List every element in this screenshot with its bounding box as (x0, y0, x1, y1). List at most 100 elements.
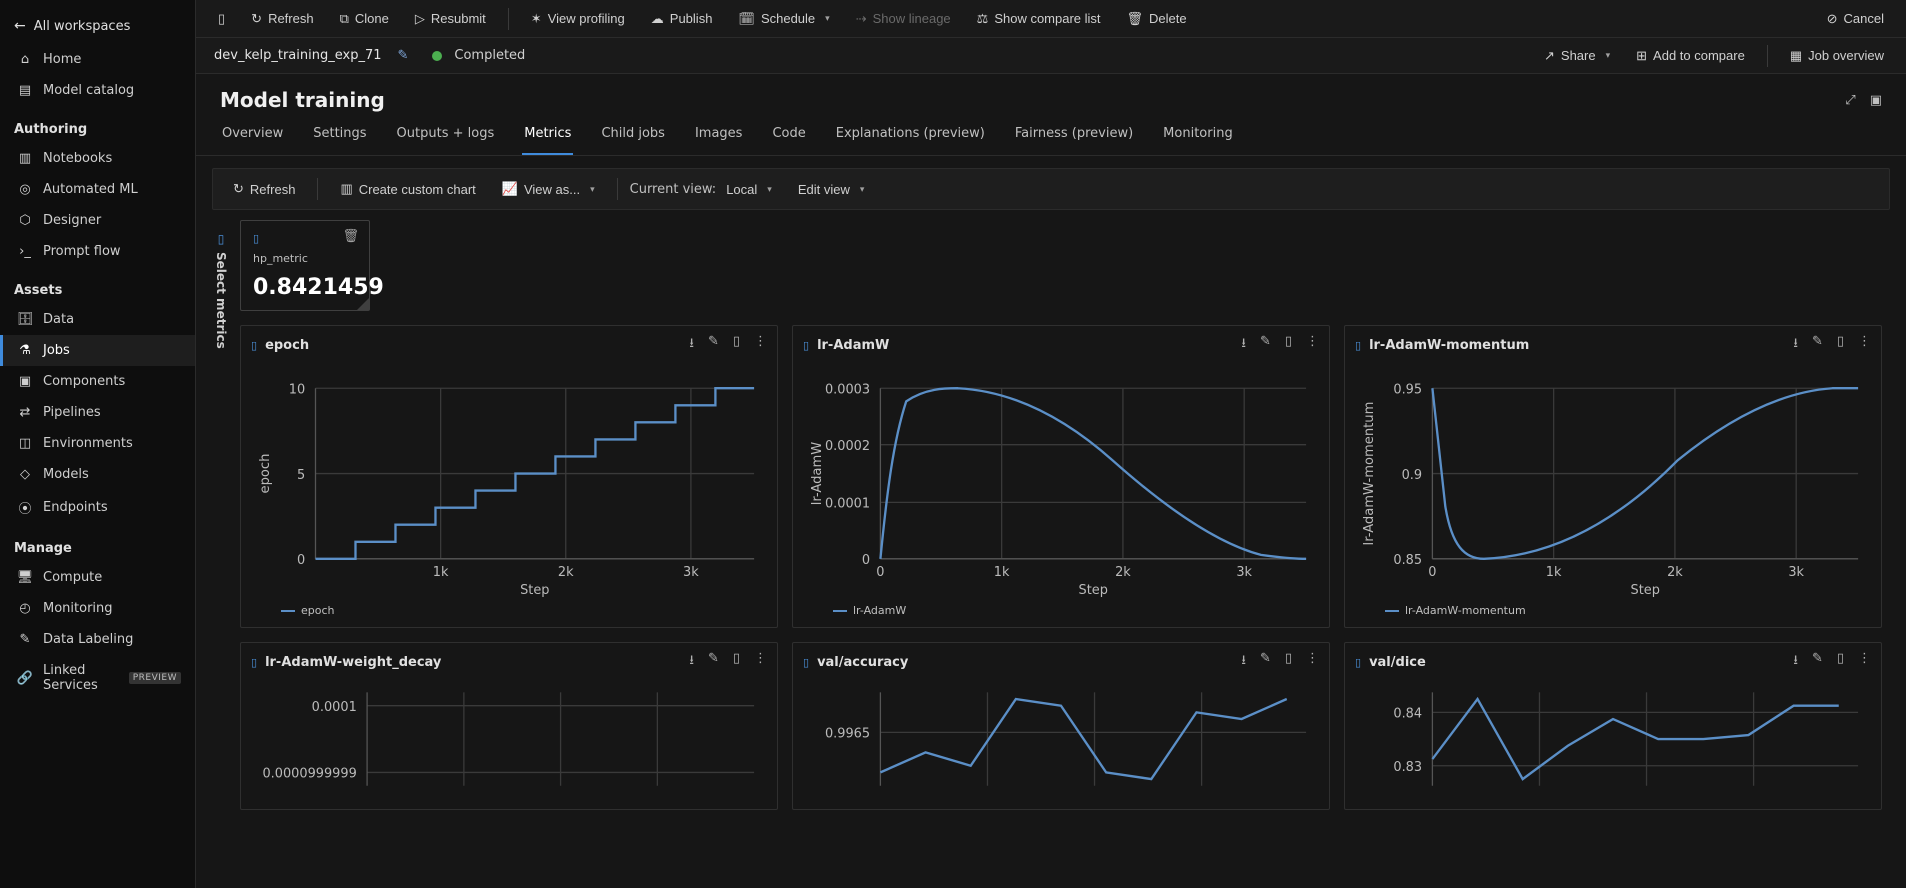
current-view-select[interactable]: Local (722, 176, 782, 203)
back-to-workspaces[interactable]: ← All workspaces (0, 8, 195, 44)
download-icon[interactable]: ⭳ (1241, 651, 1246, 673)
schedule-button[interactable]: 🗓Schedule (728, 5, 839, 33)
pin-icon: ▯ (1355, 656, 1361, 669)
sidebar-item-models[interactable]: ◇ Models (0, 459, 195, 490)
delete-card-icon[interactable]: 🗑 (342, 229, 359, 244)
tab-fairness[interactable]: Fairness (preview) (1013, 116, 1135, 155)
chart-plot-val-accuracy[interactable]: 0.9965 (803, 679, 1319, 799)
download-icon[interactable]: ⭳ (689, 334, 694, 356)
sidebar-item-promptflow[interactable]: ›_ Prompt flow (0, 236, 195, 267)
pin-icon: ▯ (218, 232, 225, 246)
sidebar-item-data[interactable]: 🗄 Data (0, 304, 195, 335)
notebook-icon: ▥ (17, 151, 33, 166)
more-icon[interactable]: ⋮ (1306, 651, 1319, 673)
tab-childjobs[interactable]: Child jobs (599, 116, 667, 155)
status-text: Completed (454, 48, 525, 63)
sidebar-item-datalabeling[interactable]: ✎ Data Labeling (0, 624, 195, 655)
tab-images[interactable]: Images (693, 116, 745, 155)
chart-plot-momentum[interactable]: 0.95 0.9 0.85 0 1k 2k 3k Step lr-AdamW-m… (1355, 362, 1871, 598)
cancel-button[interactable]: ⊘Cancel (1817, 5, 1894, 33)
copy-icon[interactable]: ▯ (1837, 651, 1844, 673)
sidebar-item-automl[interactable]: ◎ Automated ML (0, 174, 195, 205)
download-icon[interactable]: ⭳ (689, 651, 694, 673)
select-metrics-toggle[interactable]: ▯ Select metrics (212, 220, 230, 888)
sidebar-item-designer[interactable]: ⬡ Designer (0, 205, 195, 236)
tab-overview[interactable]: Overview (220, 116, 285, 155)
sidebar-item-compute[interactable]: 🖥 Compute (0, 562, 195, 593)
view-as-button[interactable]: 📈View as... (492, 175, 605, 203)
svg-text:5: 5 (297, 468, 305, 483)
book-icon: ▤ (17, 83, 33, 98)
sidebar-item-environments[interactable]: ◫ Environments (0, 428, 195, 459)
sidebar-item-home[interactable]: ⌂ Home (0, 44, 195, 75)
sidebar-item-pipelines[interactable]: ⇄ Pipelines (0, 397, 195, 428)
clone-button[interactable]: ⧉Clone (330, 5, 399, 33)
resubmit-button[interactable]: ▷Resubmit (405, 5, 496, 33)
sidebar-item-linked-services[interactable]: 🔗 Linked Services PREVIEW (0, 655, 195, 701)
copy-icon[interactable]: ▯ (733, 651, 740, 673)
chart-title: val/accuracy (817, 655, 908, 670)
lineage-icon: ⇢ (856, 11, 867, 27)
metric-card-hp_metric[interactable]: ▯ 🗑 hp_metric 0.8421459 (240, 220, 370, 311)
chart-title: lr-AdamW-momentum (1369, 338, 1529, 353)
tab-explanations[interactable]: Explanations (preview) (834, 116, 987, 155)
more-icon[interactable]: ⋮ (754, 334, 767, 356)
tab-settings[interactable]: Settings (311, 116, 368, 155)
download-icon[interactable]: ⭳ (1793, 334, 1798, 356)
chart-title: epoch (265, 338, 309, 353)
page-title-row: Model training ⤢ ▣ (196, 74, 1906, 116)
sidebar-item-jobs[interactable]: ⚗ Jobs (0, 335, 195, 366)
chart-plot-weight-decay[interactable]: 0.0001 0.0000999999 (251, 679, 767, 799)
sidebar-item-components[interactable]: ▣ Components (0, 366, 195, 397)
pipeline-icon: ⇄ (17, 405, 33, 420)
copy-icon[interactable]: ▯ (733, 334, 740, 356)
expand-icon[interactable]: ⤢ (1845, 93, 1855, 108)
copy-icon[interactable]: ▯ (1837, 334, 1844, 356)
edit-icon[interactable]: ✎ (1812, 651, 1823, 673)
sidebar-item-model-catalog[interactable]: ▤ Model catalog (0, 75, 195, 106)
download-icon[interactable]: ⭳ (1241, 334, 1246, 356)
view-profiling-button[interactable]: ✶View profiling (521, 5, 635, 33)
pin-icon: ▯ (218, 11, 225, 27)
edit-name-icon[interactable]: ✎ (398, 48, 409, 63)
copy-icon[interactable]: ▯ (1285, 651, 1292, 673)
more-icon[interactable]: ⋮ (1858, 651, 1871, 673)
metrics-refresh-button[interactable]: ↻Refresh (223, 175, 305, 203)
tab-metrics[interactable]: Metrics (522, 116, 573, 155)
sidebar-item-notebooks[interactable]: ▥ Notebooks (0, 143, 195, 174)
more-icon[interactable]: ⋮ (754, 651, 767, 673)
publish-button[interactable]: ☁Publish (641, 5, 723, 33)
chart-plot-val-dice[interactable]: 0.84 0.83 (1355, 679, 1871, 799)
edit-icon[interactable]: ✎ (1260, 334, 1271, 356)
refresh-button[interactable]: ↻Refresh (241, 5, 323, 33)
edit-icon[interactable]: ✎ (708, 334, 719, 356)
compute-icon: 🖥 (17, 570, 33, 585)
more-icon[interactable]: ⋮ (1306, 334, 1319, 356)
more-icon[interactable]: ⋮ (1858, 334, 1871, 356)
job-overview-button[interactable]: ▦Job overview (1780, 42, 1894, 70)
tab-monitoring[interactable]: Monitoring (1161, 116, 1235, 155)
tab-code[interactable]: Code (770, 116, 807, 155)
edit-icon[interactable]: ✎ (1812, 334, 1823, 356)
chart-plot-lr[interactable]: 0.0003 0.0002 0.0001 0 0 1k 2k 3k Step l… (803, 362, 1319, 598)
svg-text:2k: 2k (1667, 565, 1683, 580)
panel-icon[interactable]: ▣ (1870, 93, 1882, 108)
chart-plot-epoch[interactable]: 10 5 0 1k 2k 3k Step epoch (251, 362, 767, 598)
edit-icon[interactable]: ✎ (708, 651, 719, 673)
edit-icon[interactable]: ✎ (1260, 651, 1271, 673)
copy-icon[interactable]: ▯ (1285, 334, 1292, 356)
delete-button[interactable]: 🗑Delete (1117, 5, 1197, 33)
show-compare-button[interactable]: ⚖Show compare list (967, 5, 1111, 33)
share-button[interactable]: ↗Share (1534, 42, 1620, 70)
download-icon[interactable]: ⭳ (1793, 651, 1798, 673)
svg-text:1k: 1k (433, 565, 449, 580)
pin-button[interactable]: ▯ (208, 5, 235, 33)
edit-view-button[interactable]: Edit view (788, 176, 875, 203)
sidebar-item-endpoints[interactable]: ⦿ Endpoints (0, 490, 195, 525)
svg-text:lr-AdamW-momentum: lr-AdamW-momentum (1362, 402, 1377, 546)
command-bar: ▯ ↻Refresh ⧉Clone ▷Resubmit ✶View profil… (196, 0, 1906, 38)
sidebar-item-monitoring[interactable]: ◴ Monitoring (0, 593, 195, 624)
create-chart-button[interactable]: ▥Create custom chart (330, 175, 485, 203)
tab-outputs[interactable]: Outputs + logs (395, 116, 497, 155)
add-to-compare-button[interactable]: ⊞Add to compare (1626, 42, 1755, 70)
